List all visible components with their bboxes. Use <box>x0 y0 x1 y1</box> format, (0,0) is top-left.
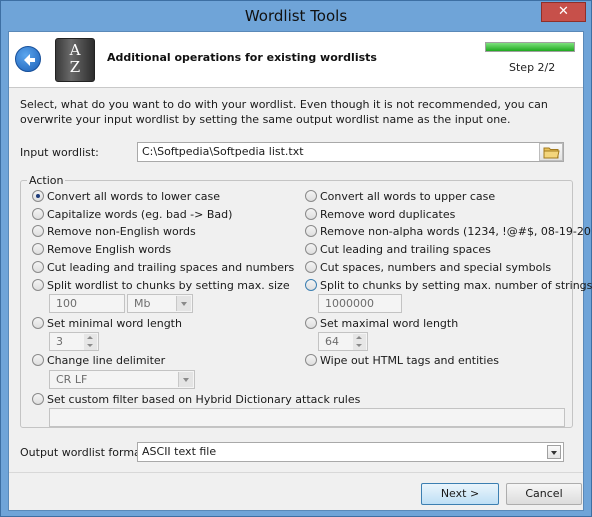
option-cut-special[interactable]: Cut spaces, numbers and special symbols <box>305 259 551 275</box>
step-indicator: Step 2/2 <box>509 61 556 74</box>
option-label: Convert all words to lower case <box>47 189 221 203</box>
option-label: Remove non-English words <box>47 224 196 238</box>
footer-divider <box>9 472 583 473</box>
back-arrow-button[interactable] <box>15 46 41 72</box>
max-length-spinner[interactable]: 64 <box>318 332 368 351</box>
radio-capitalize[interactable] <box>32 208 44 220</box>
output-format-select[interactable]: ASCII text file <box>137 442 564 462</box>
option-label: Cut leading and trailing spaces <box>320 242 491 256</box>
line-delimiter-value: CR LF <box>56 373 88 386</box>
split-size-input[interactable]: 100 <box>49 294 125 313</box>
radio-max-len[interactable] <box>305 317 317 329</box>
option-upper-case[interactable]: Convert all words to upper case <box>305 188 495 204</box>
min-length-spinner[interactable]: 3 <box>49 332 99 351</box>
split-size-unit-select[interactable]: Mb <box>127 294 193 313</box>
option-label: Set minimal word length <box>47 316 182 330</box>
title-bar: Wordlist Tools ✕ <box>1 1 591 31</box>
spin-up-icon[interactable] <box>353 334 366 342</box>
option-line-delimiter[interactable]: Change line delimiter <box>32 352 165 368</box>
split-size-unit-value: Mb <box>134 297 151 310</box>
window-title: Wordlist Tools <box>244 7 348 25</box>
action-legend: Action <box>27 174 66 187</box>
close-button[interactable]: ✕ <box>541 2 586 22</box>
wizard-header: AZ Additional operations for existing wo… <box>9 32 583 88</box>
option-remove-english[interactable]: Remove English words <box>32 241 171 257</box>
output-format-value: ASCII text file <box>142 445 217 458</box>
radio-dupes[interactable] <box>305 208 317 220</box>
radio-non-alpha[interactable] <box>305 225 317 237</box>
next-button[interactable]: Next > <box>421 483 499 505</box>
max-length-value: 64 <box>325 335 339 348</box>
option-max-length[interactable]: Set maximal word length <box>305 315 458 331</box>
spin-down-icon[interactable] <box>84 342 97 350</box>
radio-upper[interactable] <box>305 190 317 202</box>
progress-fill <box>486 43 574 51</box>
option-remove-non-english[interactable]: Remove non-English words <box>32 223 196 239</box>
chevron-down-icon <box>176 296 191 311</box>
az-book-icon: AZ <box>55 38 95 82</box>
header-title: Additional operations for existing wordl… <box>107 51 377 64</box>
option-label: Cut spaces, numbers and special symbols <box>320 260 552 274</box>
input-wordlist-field[interactable]: C:\Softpedia\Softpedia list.txt <box>137 142 564 162</box>
option-label: Remove English words <box>47 242 172 256</box>
option-label: Wipe out HTML tags and entities <box>320 353 499 367</box>
folder-icon <box>543 147 560 159</box>
option-label: Cut leading and trailing spaces and numb… <box>47 260 295 274</box>
option-custom-filter[interactable]: Set custom filter based on Hybrid Dictio… <box>32 391 360 407</box>
input-wordlist-label: Input wordlist: <box>20 146 99 159</box>
radio-min-len[interactable] <box>32 317 44 329</box>
back-arrow-icon <box>24 54 35 66</box>
option-label: Change line delimiter <box>47 353 166 367</box>
option-remove-non-alpha[interactable]: Remove non-alpha words (1234, !@#$, 08-1… <box>305 223 592 239</box>
chevron-down-icon <box>178 372 193 387</box>
radio-delim[interactable] <box>32 354 44 366</box>
radio-filter[interactable] <box>32 393 44 405</box>
radio-split-size[interactable] <box>32 279 44 291</box>
option-cut-leading[interactable]: Cut leading and trailing spaces <box>305 241 491 257</box>
browse-folder-button[interactable] <box>539 143 563 161</box>
radio-cut-special[interactable] <box>305 261 317 273</box>
split-strings-input[interactable]: 1000000 <box>318 294 402 313</box>
wordlist-tools-window: Wordlist Tools ✕ AZ Additional operation… <box>0 0 592 517</box>
radio-cut-lead-num[interactable] <box>32 261 44 273</box>
min-length-value: 3 <box>56 335 63 348</box>
option-label: Capitalize words (eg. bad -> Bad) <box>47 207 233 221</box>
option-label: Set custom filter based on Hybrid Dictio… <box>47 392 361 406</box>
option-split-strings[interactable]: Split to chunks by setting max. number o… <box>305 277 592 293</box>
chevron-down-icon <box>547 445 561 459</box>
spin-down-icon[interactable] <box>353 342 366 350</box>
option-label: Remove word duplicates <box>320 207 456 221</box>
cancel-button-label: Cancel <box>525 487 563 500</box>
custom-filter-input[interactable] <box>49 408 565 427</box>
option-label: Split wordlist to chunks by setting max.… <box>47 278 290 292</box>
option-label: Set maximal word length <box>320 316 459 330</box>
option-wipe-html[interactable]: Wipe out HTML tags and entities <box>305 352 499 368</box>
option-split-size[interactable]: Split wordlist to chunks by setting max.… <box>32 277 290 293</box>
wizard-progress-bar <box>485 42 575 52</box>
option-label: Remove non-alpha words (1234, !@#$, 08-1… <box>320 224 592 238</box>
wizard-panel: AZ Additional operations for existing wo… <box>8 31 592 511</box>
icon-letter-a: A <box>69 41 81 59</box>
radio-cut-lead[interactable] <box>305 243 317 255</box>
radio-english[interactable] <box>32 243 44 255</box>
option-capitalize[interactable]: Capitalize words (eg. bad -> Bad) <box>32 206 232 222</box>
spin-up-icon[interactable] <box>84 334 97 342</box>
output-format-label: Output wordlist format: <box>20 446 149 459</box>
next-button-label: Next > <box>440 487 480 500</box>
option-label: Split to chunks by setting max. number o… <box>320 278 592 292</box>
option-label: Convert all words to upper case <box>320 189 496 203</box>
option-min-length[interactable]: Set minimal word length <box>32 315 182 331</box>
icon-letter-z: Z <box>69 58 81 76</box>
option-cut-leading-numbers[interactable]: Cut leading and trailing spaces and numb… <box>32 259 294 275</box>
radio-non-english[interactable] <box>32 225 44 237</box>
cancel-button[interactable]: Cancel <box>506 483 582 505</box>
line-delimiter-select[interactable]: CR LF <box>49 370 195 389</box>
description-text: Select, what do you want to do with your… <box>20 98 548 126</box>
option-lower-case[interactable]: Convert all words to lower case <box>32 188 220 204</box>
radio-split-strings[interactable] <box>305 279 317 291</box>
radio-html[interactable] <box>305 354 317 366</box>
radio-lower[interactable] <box>32 190 44 202</box>
option-remove-duplicates[interactable]: Remove word duplicates <box>305 206 455 222</box>
